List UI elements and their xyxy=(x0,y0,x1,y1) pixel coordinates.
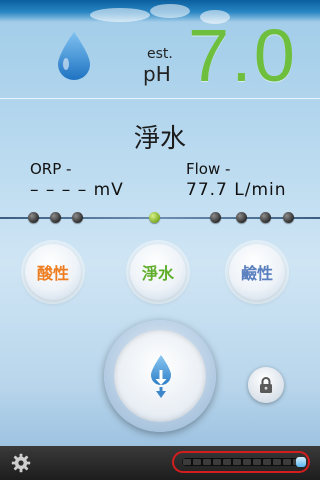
level-dot xyxy=(210,212,221,223)
ph-label: pH xyxy=(143,62,171,86)
level-segment xyxy=(243,459,251,465)
level-dot xyxy=(283,212,294,223)
level-segment xyxy=(213,459,221,465)
level-segment xyxy=(273,459,281,465)
level-segment xyxy=(203,459,211,465)
water-drop-icon xyxy=(58,32,90,80)
level-segment xyxy=(233,459,241,465)
water-level-meter xyxy=(172,451,310,473)
level-segment xyxy=(283,459,291,465)
acidic-mode-button[interactable]: 酸性 xyxy=(25,244,81,300)
water-drop-download-icon xyxy=(151,355,171,398)
level-dot xyxy=(236,212,247,223)
level-indicator-line xyxy=(0,217,320,219)
alkaline-mode-button[interactable]: 鹼性 xyxy=(229,244,285,300)
bottom-toolbar xyxy=(0,446,320,480)
level-dot-active xyxy=(149,212,160,223)
purified-mode-button[interactable]: 淨水 xyxy=(130,244,186,300)
lock-button[interactable] xyxy=(248,367,284,403)
dispense-button-face xyxy=(114,330,206,422)
ph-header: est. pH 7.0 xyxy=(0,0,320,98)
level-segment xyxy=(263,459,271,465)
level-segment xyxy=(223,459,231,465)
lock-icon xyxy=(260,377,272,393)
level-segment xyxy=(193,459,201,465)
level-segment xyxy=(183,459,191,465)
ph-value: 7.0 xyxy=(188,14,297,97)
level-dot xyxy=(50,212,61,223)
level-dot xyxy=(260,212,271,223)
orp-label: ORP - xyxy=(30,160,72,178)
app-screen: est. pH 7.0 淨水 ORP - – – – – mV Flow - 7… xyxy=(0,0,320,480)
orp-value: – – – – mV xyxy=(30,180,124,200)
level-dot xyxy=(28,212,39,223)
header-divider xyxy=(0,98,320,99)
water-level-fill xyxy=(296,457,306,467)
dispense-button[interactable] xyxy=(104,320,216,432)
flow-value: 77.7 L/min xyxy=(186,180,287,200)
level-segment xyxy=(253,459,261,465)
est-label: est. xyxy=(147,46,173,62)
level-dot xyxy=(72,212,83,223)
flow-label: Flow - xyxy=(186,160,231,178)
mode-title: 淨水 xyxy=(133,124,186,154)
gear-icon[interactable] xyxy=(11,453,31,473)
water-level-track xyxy=(182,458,302,466)
